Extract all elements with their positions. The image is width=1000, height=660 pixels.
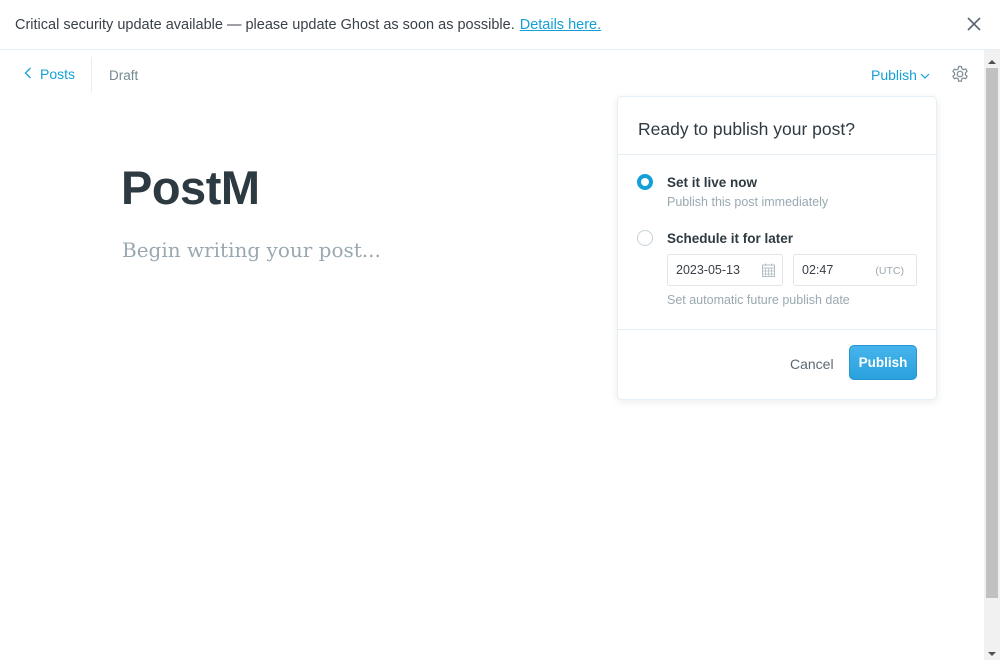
post-title[interactable]: PostM — [121, 160, 260, 215]
popover-footer-divider — [618, 329, 936, 330]
schedule-date-value: 2023-05-13 — [676, 263, 740, 277]
schedule-date-input[interactable]: 2023-05-13 — [667, 254, 783, 286]
cancel-button[interactable]: Cancel — [790, 356, 834, 372]
post-body-editor[interactable]: Begin writing your post... — [122, 238, 381, 262]
back-to-posts-link[interactable]: Posts — [24, 66, 75, 82]
editor-header: Posts Draft Publish — [0, 50, 984, 100]
publish-popover: Ready to publish your post? Set it live … — [617, 96, 937, 400]
schedule-later-label[interactable]: Schedule it for later — [667, 231, 793, 246]
popover-divider — [618, 154, 936, 155]
alert-message: Critical security update available — ple… — [15, 16, 515, 33]
publish-menu-trigger[interactable]: Publish — [871, 67, 930, 83]
header-divider — [91, 57, 92, 93]
close-icon[interactable] — [964, 14, 984, 34]
publish-button[interactable]: Publish — [849, 345, 917, 380]
gear-icon[interactable] — [950, 65, 970, 85]
schedule-time-value: 02:47 — [802, 263, 834, 277]
timezone-label: (UTC) — [875, 265, 904, 277]
back-link-label: Posts — [40, 66, 76, 82]
chevron-down-icon — [917, 67, 930, 83]
publish-menu-label: Publish — [871, 67, 917, 83]
alert-details-link[interactable]: Details here. — [520, 17, 601, 33]
publish-now-description: Publish this post immediately — [667, 195, 829, 209]
publish-now-radio[interactable] — [637, 174, 653, 190]
scroll-up-arrow-icon[interactable] — [984, 54, 1000, 64]
schedule-time-input[interactable]: 02:47 (UTC) — [793, 254, 917, 286]
popover-title: Ready to publish your post? — [638, 119, 855, 139]
scrollbar-thumb[interactable] — [986, 68, 998, 598]
chevron-left-icon — [24, 66, 40, 82]
schedule-later-radio[interactable] — [637, 230, 653, 246]
security-alert-banner: Critical security update available — ple… — [0, 0, 1000, 50]
publish-now-label[interactable]: Set it live now — [667, 175, 757, 190]
scroll-down-arrow-icon[interactable] — [984, 646, 1000, 656]
scrollbar[interactable] — [984, 50, 1000, 660]
post-status: Draft — [109, 68, 139, 83]
schedule-later-description: Set automatic future publish date — [667, 293, 850, 307]
calendar-icon[interactable] — [762, 263, 775, 280]
